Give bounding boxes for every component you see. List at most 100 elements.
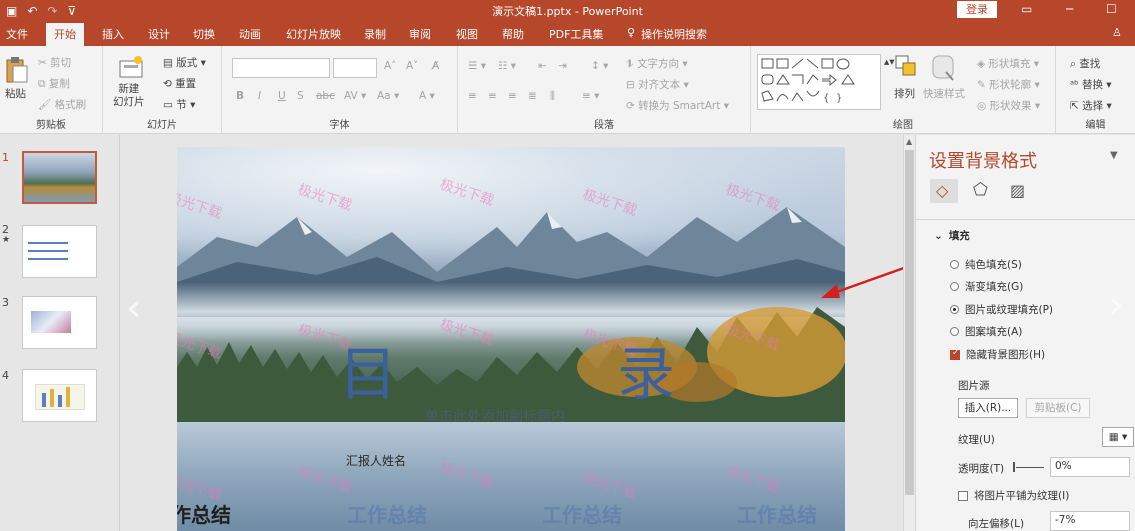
title-char-right[interactable]: 录: [617, 327, 675, 411]
clear-format-icon[interactable]: A̸: [432, 60, 439, 72]
shadow-icon[interactable]: S: [297, 90, 304, 102]
strikethrough-icon[interactable]: abc: [316, 90, 335, 102]
scrollbar-thumb[interactable]: [905, 150, 914, 495]
align-left-icon[interactable]: ≡: [468, 90, 477, 102]
paste-button[interactable]: 粘贴: [5, 86, 26, 101]
char-spacing-icon[interactable]: AV ▾: [344, 90, 366, 102]
slide-thumbnail-1[interactable]: [22, 151, 97, 204]
underline-icon[interactable]: U: [278, 90, 286, 102]
font-color-icon[interactable]: A ▾: [419, 90, 435, 102]
texture-dropdown[interactable]: ▦ ▾: [1102, 427, 1134, 447]
decrease-indent-icon[interactable]: ⇤: [538, 60, 547, 72]
paragraph-dialog-icon[interactable]: ≡ ▾: [582, 90, 599, 102]
select-button[interactable]: ⇱ 选择 ▾: [1070, 98, 1112, 113]
vertical-scrollbar[interactable]: ▲: [903, 135, 915, 531]
work-summary-text[interactable]: 工作总结: [177, 499, 231, 528]
hide-background-option[interactable]: 隐藏背景图形(H): [950, 347, 1045, 362]
picture-fill-option[interactable]: 图片或纹理填充(P): [950, 302, 1053, 317]
shape-outline-button[interactable]: ✎ 形状轮廓 ▾: [977, 77, 1040, 92]
copy-button[interactable]: ⧉ 复制: [38, 76, 70, 91]
tile-texture-option[interactable]: 将图片平铺为纹理(I): [958, 488, 1069, 503]
tab-home[interactable]: 开始: [46, 23, 84, 46]
tab-review[interactable]: 审阅: [409, 26, 431, 42]
radio-picture-fill[interactable]: [950, 305, 959, 314]
bold-icon[interactable]: B: [236, 90, 244, 102]
format-painter-button[interactable]: 🖌 格式刷: [38, 97, 86, 112]
shape-effects-button[interactable]: ◎ 形状效果 ▾: [977, 98, 1040, 113]
radio-solid-fill[interactable]: [950, 260, 959, 269]
reporter-name[interactable]: 汇报人姓名: [346, 452, 406, 469]
shapes-gallery[interactable]: {}: [757, 54, 881, 110]
layout-button[interactable]: ▤ 版式 ▾: [163, 55, 206, 70]
italic-icon[interactable]: I: [258, 90, 261, 102]
transparency-input[interactable]: 0%: [1050, 457, 1130, 477]
title-char-left[interactable]: 目: [339, 327, 397, 411]
tab-slideshow[interactable]: 幻灯片放映: [286, 26, 341, 42]
quick-styles-button[interactable]: 快速样式: [923, 86, 965, 101]
smartart-button[interactable]: ⟳ 转换为 SmartArt ▾: [626, 98, 729, 113]
minimize-icon[interactable]: ─: [1066, 2, 1073, 16]
tell-me-search[interactable]: ♀ 操作说明搜索: [627, 26, 707, 42]
radio-gradient-fill[interactable]: [950, 282, 959, 291]
tab-pdf-tools[interactable]: PDF工具集: [549, 26, 603, 42]
subtitle-placeholder[interactable]: 单击此处添加副标题内: [425, 406, 565, 426]
shape-fill-button[interactable]: ◈ 形状填充 ▾: [977, 56, 1039, 71]
numbering-icon[interactable]: ☷ ▾: [498, 60, 516, 72]
transparency-slider[interactable]: [1016, 467, 1044, 468]
increase-indent-icon[interactable]: ⇥: [558, 60, 567, 72]
tab-animations[interactable]: 动画: [239, 26, 261, 42]
gradient-fill-option[interactable]: 渐变填充(G): [950, 279, 1023, 294]
hide-background-checkbox[interactable]: [950, 348, 960, 360]
new-slide-button[interactable]: 新建 幻灯片: [113, 83, 145, 109]
insert-picture-button[interactable]: 插入(R)...: [958, 398, 1018, 418]
slide-1[interactable]: 极光下载 极光下载 极光下载 极光下载 极光下载 极光下载 极光下载 极光下载 …: [177, 147, 845, 531]
bullets-icon[interactable]: ☰ ▾: [468, 60, 486, 72]
shrink-font-icon[interactable]: A˅: [406, 60, 418, 72]
ribbon-display-icon[interactable]: ▭: [1021, 2, 1032, 16]
reset-button[interactable]: ⟲ 重置: [163, 76, 196, 91]
offset-left-input[interactable]: -7%: [1050, 511, 1130, 531]
tab-file[interactable]: 文件: [6, 26, 28, 42]
quick-styles-icon[interactable]: [931, 54, 957, 82]
slide-thumbnail-3[interactable]: [22, 296, 97, 349]
tab-insert[interactable]: 插入: [102, 26, 124, 42]
clipboard-button[interactable]: 剪贴板(C): [1026, 398, 1090, 418]
fill-icon[interactable]: ◇: [936, 181, 948, 200]
next-arrow-icon[interactable]: ›: [1108, 282, 1124, 328]
new-slide-icon[interactable]: [118, 55, 144, 79]
align-text-button[interactable]: ⊟ 对齐文本 ▾: [626, 77, 689, 92]
paste-icon[interactable]: [4, 56, 28, 84]
slide-thumbnail-4[interactable]: [22, 369, 97, 422]
line-spacing-icon[interactable]: ↕ ▾: [591, 60, 608, 72]
login-button[interactable]: 登录: [957, 1, 997, 18]
transparency-slider-handle[interactable]: [1013, 462, 1015, 472]
tab-record[interactable]: 录制: [364, 26, 386, 42]
maximize-icon[interactable]: ☐: [1106, 2, 1117, 16]
solid-fill-option[interactable]: 纯色填充(S): [950, 257, 1022, 272]
columns-icon[interactable]: ⫼: [550, 90, 555, 103]
pane-options-icon[interactable]: ▼: [1110, 150, 1118, 161]
tab-design[interactable]: 设计: [148, 26, 170, 42]
effects-icon[interactable]: ⬠: [973, 180, 988, 200]
picture-icon[interactable]: ▨: [1010, 181, 1025, 200]
tab-view[interactable]: 视图: [456, 26, 478, 42]
justify-icon[interactable]: ≣: [528, 90, 537, 102]
text-direction-button[interactable]: ⥮ 文字方向 ▾: [626, 56, 688, 71]
find-button[interactable]: ⌕ 查找: [1070, 56, 1100, 71]
arrange-icon[interactable]: [894, 54, 918, 80]
prev-arrow-icon[interactable]: ‹: [126, 285, 142, 331]
pattern-fill-option[interactable]: 图案填充(A): [950, 324, 1022, 339]
grow-font-icon[interactable]: A˄: [384, 60, 396, 72]
tab-help[interactable]: 帮助: [502, 26, 524, 42]
tile-texture-checkbox[interactable]: [958, 490, 968, 501]
section-button[interactable]: ▭ 节 ▾: [163, 97, 195, 112]
align-center-icon[interactable]: ≡: [488, 90, 497, 102]
tab-transitions[interactable]: 切换: [193, 26, 215, 42]
font-size-dropdown[interactable]: [333, 58, 377, 78]
radio-pattern-fill[interactable]: [950, 327, 959, 336]
shapes-scroll-icon[interactable]: ▴▾: [884, 56, 895, 68]
arrange-button[interactable]: 排列: [894, 86, 915, 101]
change-case-icon[interactable]: Aa ▾: [377, 90, 399, 102]
align-right-icon[interactable]: ≡: [508, 90, 517, 102]
font-name-dropdown[interactable]: [232, 58, 330, 78]
